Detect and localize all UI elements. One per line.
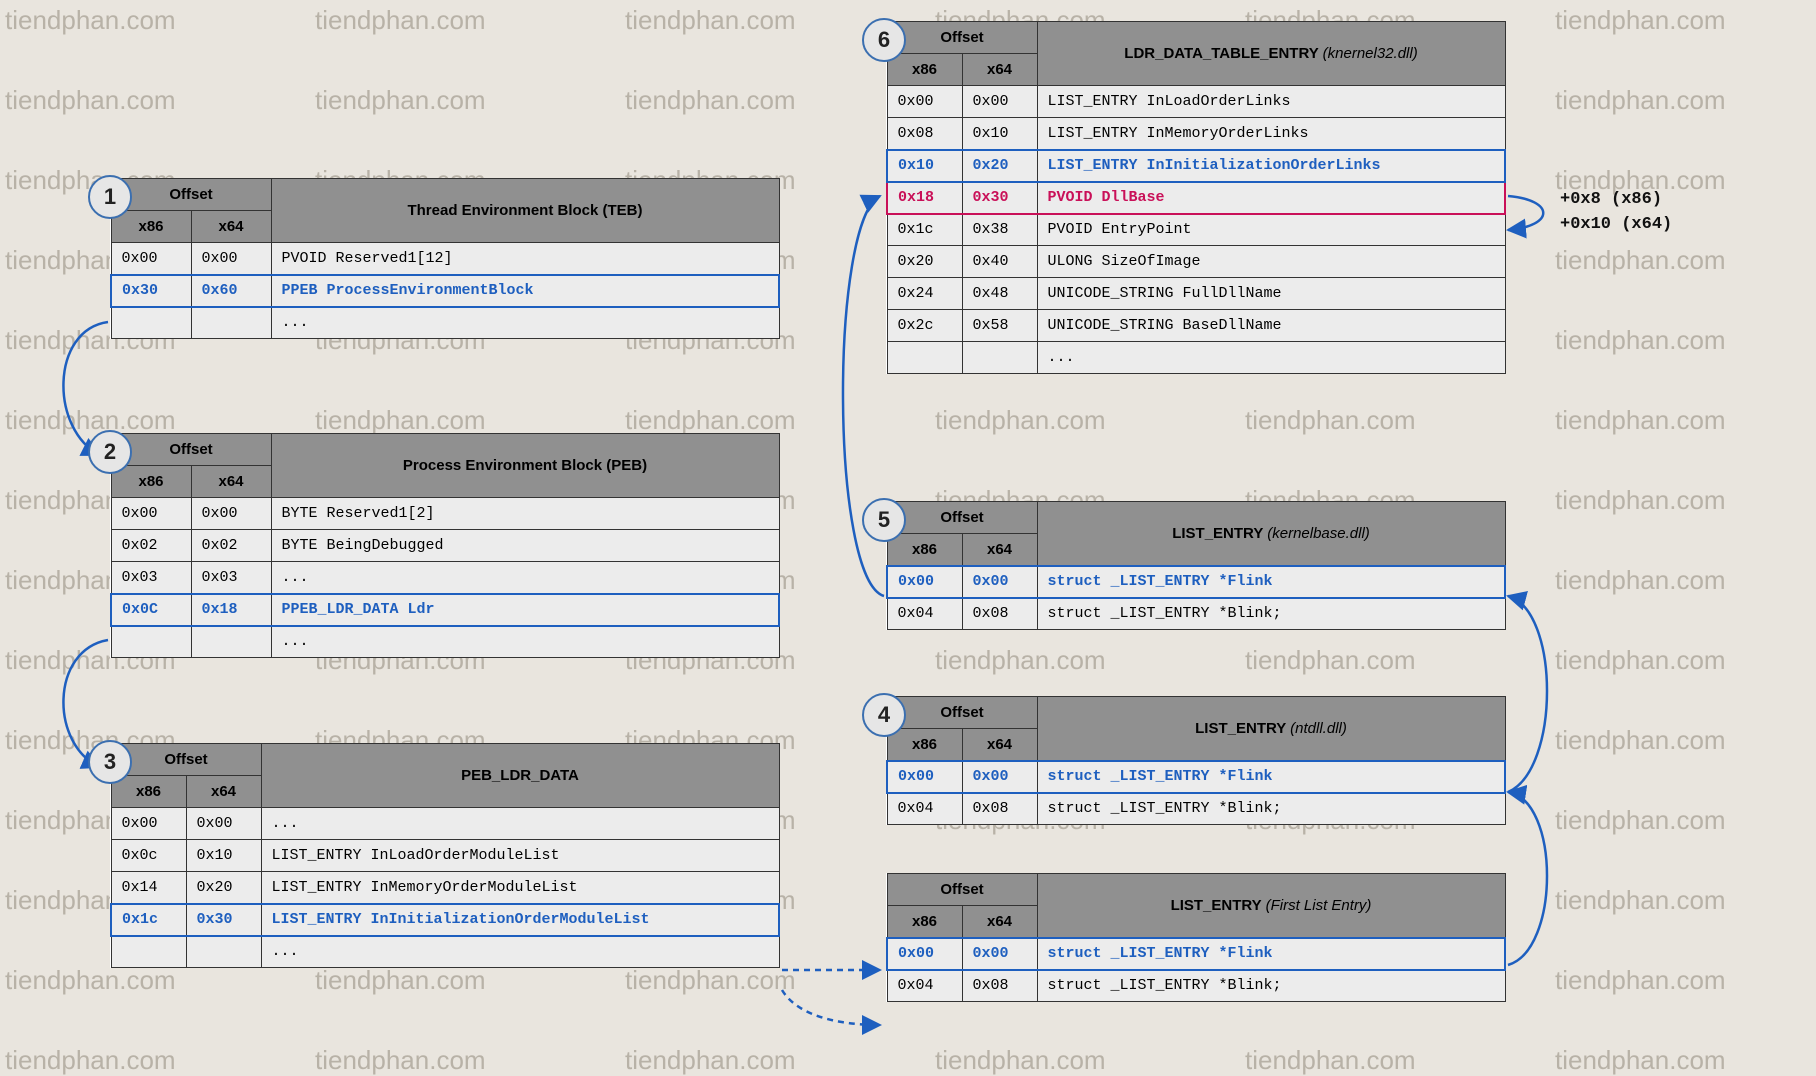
- table-row: ...: [111, 307, 779, 339]
- x86-header: x86: [887, 729, 962, 761]
- teb-title: Thread Environment Block (TEB): [271, 179, 779, 243]
- offset-header: Offset: [887, 502, 1037, 534]
- table-row: 0x2c0x58UNICODE_STRING BaseDllName: [887, 310, 1505, 342]
- table-row: ...: [887, 342, 1505, 374]
- x86-header: x86: [111, 466, 191, 498]
- badge-3: 3: [88, 740, 132, 784]
- teb-table: Offset Thread Environment Block (TEB) x8…: [110, 178, 780, 339]
- table-row-highlighted: 0x000x00struct _LIST_ENTRY *Flink: [887, 938, 1505, 970]
- x64-header: x64: [191, 466, 271, 498]
- table-row-highlighted: 0x100x20LIST_ENTRY InInitializationOrder…: [887, 150, 1505, 182]
- table-row: 0x000x00...: [111, 808, 779, 840]
- offset-header: Offset: [111, 434, 271, 466]
- ldr-table: Offset PEB_LDR_DATA x86 x64 0x000x00... …: [110, 743, 780, 968]
- badge-6: 6: [862, 18, 906, 62]
- table-row: 0x000x00PVOID Reserved1[12]: [111, 243, 779, 275]
- offset-header: Offset: [111, 744, 261, 776]
- table-row: 0x0c0x10LIST_ENTRY InLoadOrderModuleList: [111, 840, 779, 872]
- offset-header: Offset: [887, 874, 1037, 906]
- table-row-highlighted: 0x1c0x30LIST_ENTRY InInitializationOrder…: [111, 904, 779, 936]
- badge-1: 1: [88, 175, 132, 219]
- table-row-highlighted: 0x0C0x18PPEB_LDR_DATA Ldr: [111, 594, 779, 626]
- x64-header: x64: [962, 54, 1037, 86]
- table-row: ...: [111, 626, 779, 658]
- table-row: 0x1c0x38PVOID EntryPoint: [887, 214, 1505, 246]
- diagram-canvas: 1 2 3 4 5 6 Offset Thread Environment Bl…: [0, 0, 1816, 1055]
- table-row: 0x000x00BYTE Reserved1[2]: [111, 498, 779, 530]
- listentry-first-table: Offset LIST_ENTRY (First List Entry) x86…: [886, 873, 1506, 1002]
- table-row-highlighted: 0x300x60PPEB ProcessEnvironmentBlock: [111, 275, 779, 307]
- badge-2: 2: [88, 430, 132, 474]
- x86-header: x86: [887, 534, 962, 566]
- x64-header: x64: [186, 776, 261, 808]
- table-row: 0x020x02BYTE BeingDebugged: [111, 530, 779, 562]
- ldte-table: Offset LDR_DATA_TABLE_ENTRY (knernel32.d…: [886, 21, 1506, 374]
- ldte-title: LDR_DATA_TABLE_ENTRY (knernel32.dll): [1037, 22, 1505, 86]
- offset-annotation-x64: +0x10 (x64): [1560, 215, 1672, 234]
- listentry-kernelbase-table: Offset LIST_ENTRY (kernelbase.dll) x86 x…: [886, 501, 1506, 630]
- x86-header: x86: [111, 776, 186, 808]
- x86-header: x86: [887, 906, 962, 938]
- x64-header: x64: [962, 534, 1037, 566]
- listentry-kernelbase-title: LIST_ENTRY (kernelbase.dll): [1037, 502, 1505, 566]
- listentry-ntdll-table: Offset LIST_ENTRY (ntdll.dll) x86 x64 0x…: [886, 696, 1506, 825]
- table-row: 0x040x08struct _LIST_ENTRY *Blink;: [887, 793, 1505, 825]
- x64-header: x64: [962, 906, 1037, 938]
- badge-5: 5: [862, 498, 906, 542]
- x64-header: x64: [191, 211, 271, 243]
- table-row-highlighted: 0x000x00struct _LIST_ENTRY *Flink: [887, 761, 1505, 793]
- listentry-ntdll-title: LIST_ENTRY (ntdll.dll): [1037, 697, 1505, 761]
- table-row: 0x240x48UNICODE_STRING FullDllName: [887, 278, 1505, 310]
- x86-header: x86: [111, 211, 191, 243]
- table-row: 0x030x03...: [111, 562, 779, 594]
- badge-4: 4: [862, 693, 906, 737]
- table-row: ...: [111, 936, 779, 968]
- table-row-highlighted: 0x000x00struct _LIST_ENTRY *Flink: [887, 566, 1505, 598]
- listentry-first-title: LIST_ENTRY (First List Entry): [1037, 874, 1505, 938]
- offset-annotation-x86: +0x8 (x86): [1560, 190, 1662, 209]
- table-row: 0x140x20LIST_ENTRY InMemoryOrderModuleLi…: [111, 872, 779, 904]
- table-row: 0x200x40ULONG SizeOfImage: [887, 246, 1505, 278]
- table-row: 0x080x10LIST_ENTRY InMemoryOrderLinks: [887, 118, 1505, 150]
- table-row-highlighted-red: 0x180x30PVOID DllBase: [887, 182, 1505, 214]
- offset-header: Offset: [111, 179, 271, 211]
- x64-header: x64: [962, 729, 1037, 761]
- offset-header: Offset: [887, 22, 1037, 54]
- ldr-title: PEB_LDR_DATA: [261, 744, 779, 808]
- peb-table: Offset Process Environment Block (PEB) x…: [110, 433, 780, 658]
- peb-title: Process Environment Block (PEB): [271, 434, 779, 498]
- table-row: 0x040x08struct _LIST_ENTRY *Blink;: [887, 970, 1505, 1002]
- x86-header: x86: [887, 54, 962, 86]
- table-row: 0x040x08struct _LIST_ENTRY *Blink;: [887, 598, 1505, 630]
- offset-header: Offset: [887, 697, 1037, 729]
- table-row: 0x000x00LIST_ENTRY InLoadOrderLinks: [887, 86, 1505, 118]
